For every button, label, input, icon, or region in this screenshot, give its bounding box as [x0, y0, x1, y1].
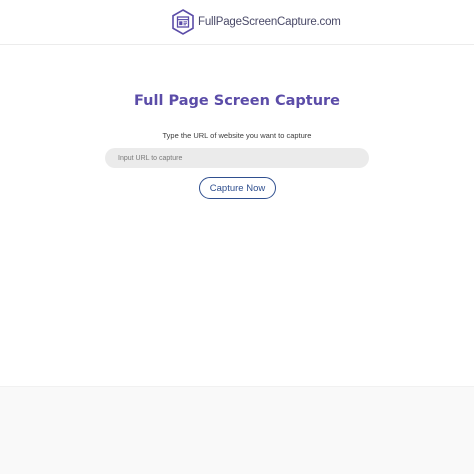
page: FullPageScreenCapture.com Full Page Scre… — [0, 0, 474, 474]
url-input[interactable] — [105, 148, 369, 168]
site-header: FullPageScreenCapture.com — [0, 0, 474, 45]
capture-now-button[interactable]: Capture Now — [199, 177, 276, 199]
page-title: Full Page Screen Capture — [133, 93, 341, 109]
page-subtitle: Type the URL of website you want to capt… — [162, 131, 312, 140]
browser-window-hexagon-icon — [172, 9, 194, 35]
site-logo-text: FullPageScreenCapture.com — [198, 16, 341, 28]
site-logo-link[interactable]: FullPageScreenCapture.com — [172, 9, 341, 35]
footer-section — [0, 386, 474, 474]
